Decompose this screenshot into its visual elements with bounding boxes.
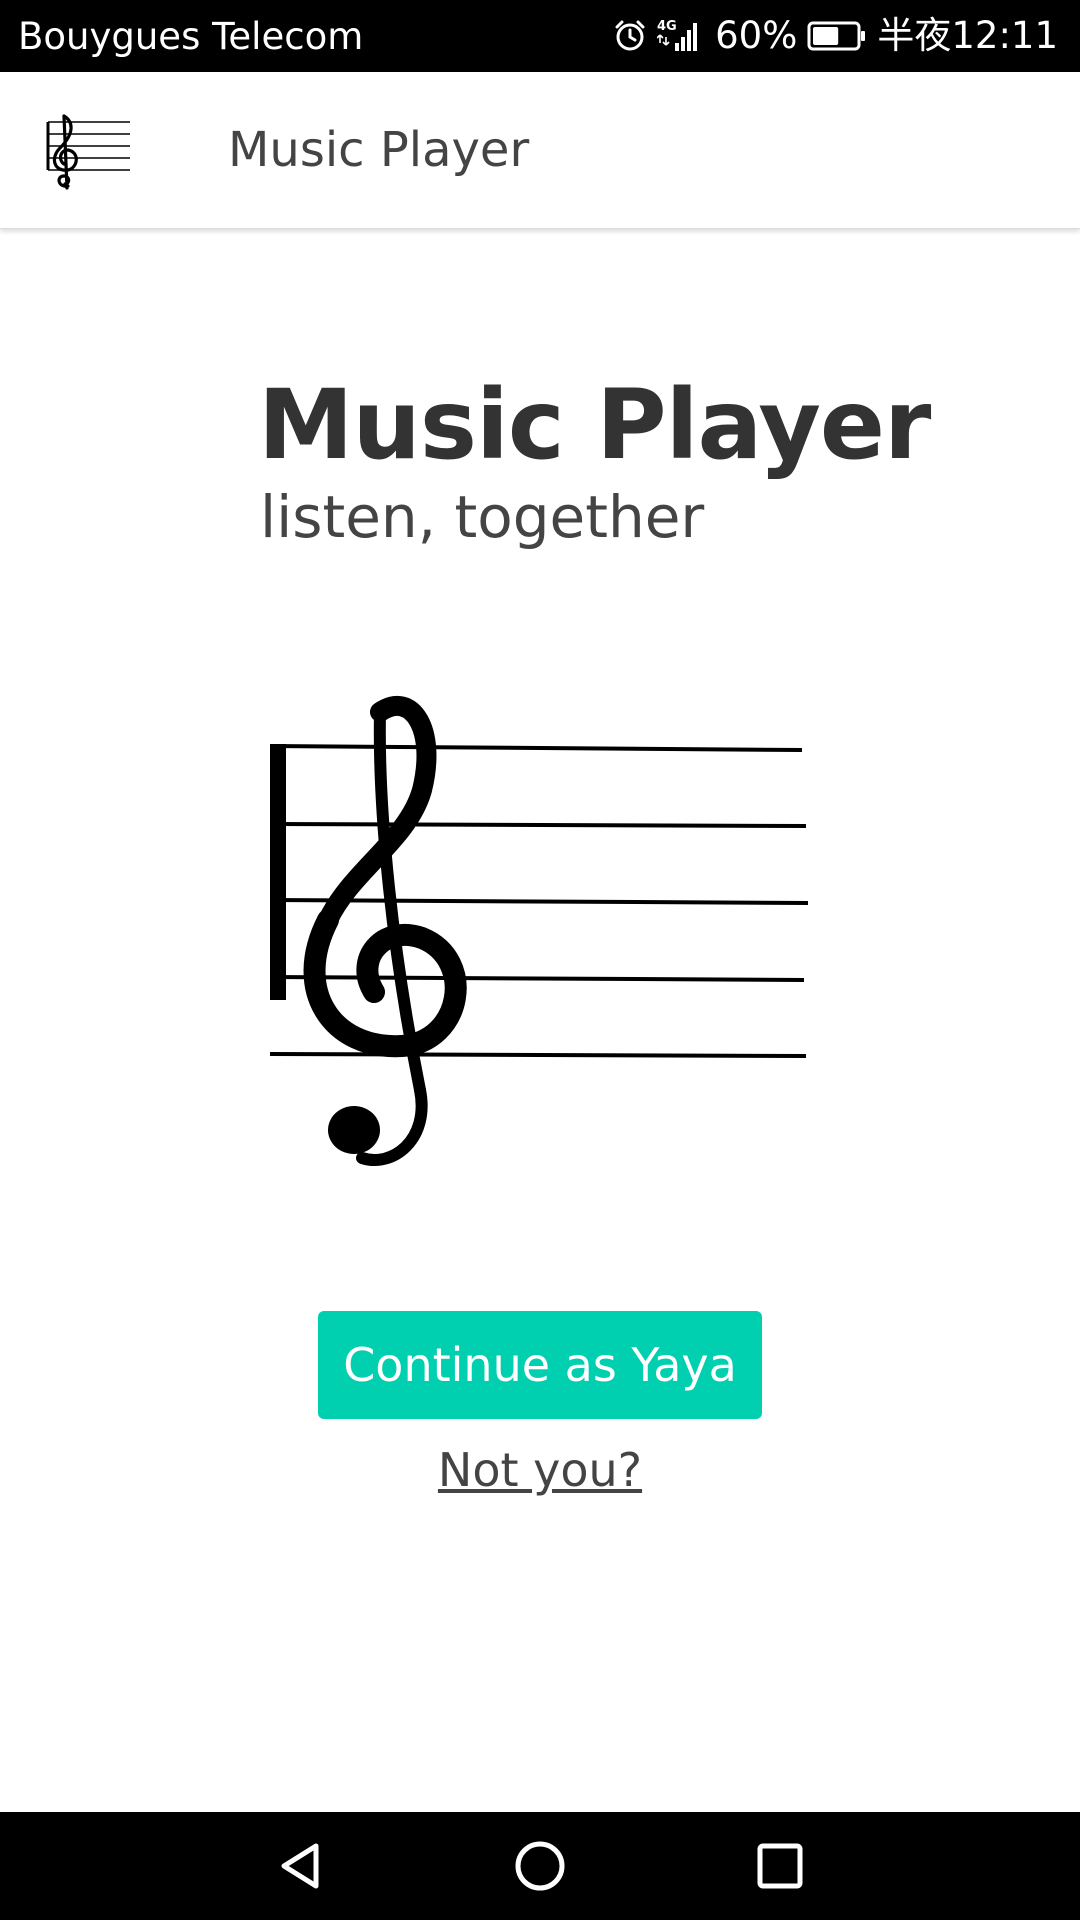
page-title: Music Player xyxy=(258,369,931,481)
battery-fill xyxy=(813,27,839,45)
continue-button[interactable]: Continue as Yaya xyxy=(318,1311,762,1419)
treble-clef-staff-icon xyxy=(44,112,134,195)
status-indicators: 4G 60% 半夜12:11 xyxy=(613,0,1058,72)
page-subtitle: listen, together xyxy=(260,483,705,551)
not-you-link[interactable]: Not you? xyxy=(0,1440,1080,1500)
app-bar: Music Player xyxy=(0,72,1080,229)
signal-icon: 4G xyxy=(657,17,705,55)
back-icon[interactable] xyxy=(270,1836,330,1896)
network-type: 4G xyxy=(657,19,677,34)
app-bar-title: Music Player xyxy=(228,122,530,178)
home-icon[interactable] xyxy=(510,1836,570,1896)
treble-clef-staff-icon xyxy=(262,690,818,1175)
status-bar: Bouygues Telecom 4G 60% 半夜12:11 xyxy=(0,0,1080,72)
alarm-icon xyxy=(613,19,647,53)
clock: 半夜12:11 xyxy=(877,14,1058,57)
battery-percent: 60% xyxy=(715,14,798,57)
navigation-bar xyxy=(0,1812,1080,1920)
battery-icon xyxy=(807,21,867,51)
recents-icon[interactable] xyxy=(750,1836,810,1896)
carrier-name: Bouygues Telecom xyxy=(18,15,364,58)
